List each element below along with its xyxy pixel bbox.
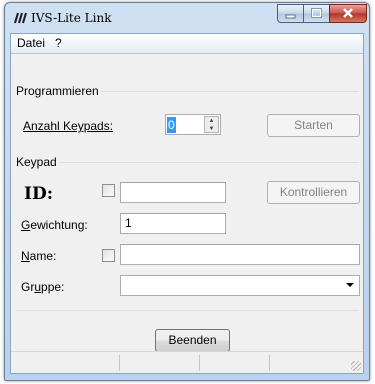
id-input[interactable] [120, 182, 226, 203]
spinner-down-icon[interactable]: ▼ [205, 125, 218, 133]
name-label: Name: [21, 249, 57, 263]
anzahl-keypads-value[interactable]: 0 [167, 117, 176, 133]
client-area: Datei ? Programmieren Anzahl Keypads: 0 … [10, 33, 364, 374]
spinner-buttons[interactable]: ▲ ▼ [204, 116, 219, 133]
id-checkbox[interactable] [102, 184, 115, 197]
gewichtung-label: Gewichtung: [21, 218, 88, 232]
spinner-up-icon[interactable]: ▲ [205, 117, 218, 125]
window-title: IVS-Lite Link [31, 11, 112, 25]
app-logo-icon [14, 12, 27, 24]
minimize-icon [285, 14, 296, 19]
starten-button[interactable]: Starten [267, 114, 360, 137]
menu-help[interactable]: ? [55, 36, 62, 50]
gewichtung-input[interactable]: 1 [120, 213, 226, 234]
resize-grip[interactable] [351, 361, 361, 371]
name-input[interactable] [120, 244, 360, 265]
gruppe-label: Gruppe: [21, 280, 65, 294]
minimize-button[interactable] [277, 4, 304, 23]
close-button[interactable] [329, 4, 367, 23]
maximize-icon [311, 8, 322, 18]
gruppe-dropdown[interactable] [120, 275, 360, 296]
title-bar[interactable]: IVS-Lite Link [5, 3, 369, 33]
app-window: IVS-Lite Link Datei ? Programmieren Anza… [4, 2, 370, 381]
status-separator [119, 355, 120, 371]
section-programmieren-label: Programmieren [16, 84, 99, 98]
beenden-button[interactable]: Beenden [155, 329, 230, 352]
status-separator [269, 355, 270, 371]
id-label: ID: [24, 184, 53, 204]
anzahl-keypads-label: Anzahl Keypads: [23, 119, 114, 133]
section-keypad-label: Keypad [16, 155, 57, 169]
anzahl-keypads-spinner[interactable]: 0 ▲ ▼ [165, 114, 221, 135]
section-divider [59, 162, 359, 163]
chevron-down-icon [346, 283, 354, 287]
footer-divider [16, 310, 359, 311]
maximize-button[interactable] [303, 4, 330, 23]
menu-bar: Datei ? [11, 34, 363, 54]
menu-datei[interactable]: Datei [17, 36, 45, 50]
status-bar [11, 351, 363, 373]
status-separator [199, 355, 200, 371]
name-checkbox[interactable] [102, 249, 115, 262]
close-icon [343, 8, 353, 18]
kontrollieren-button[interactable]: Kontrollieren [267, 181, 360, 204]
section-divider [101, 91, 359, 92]
